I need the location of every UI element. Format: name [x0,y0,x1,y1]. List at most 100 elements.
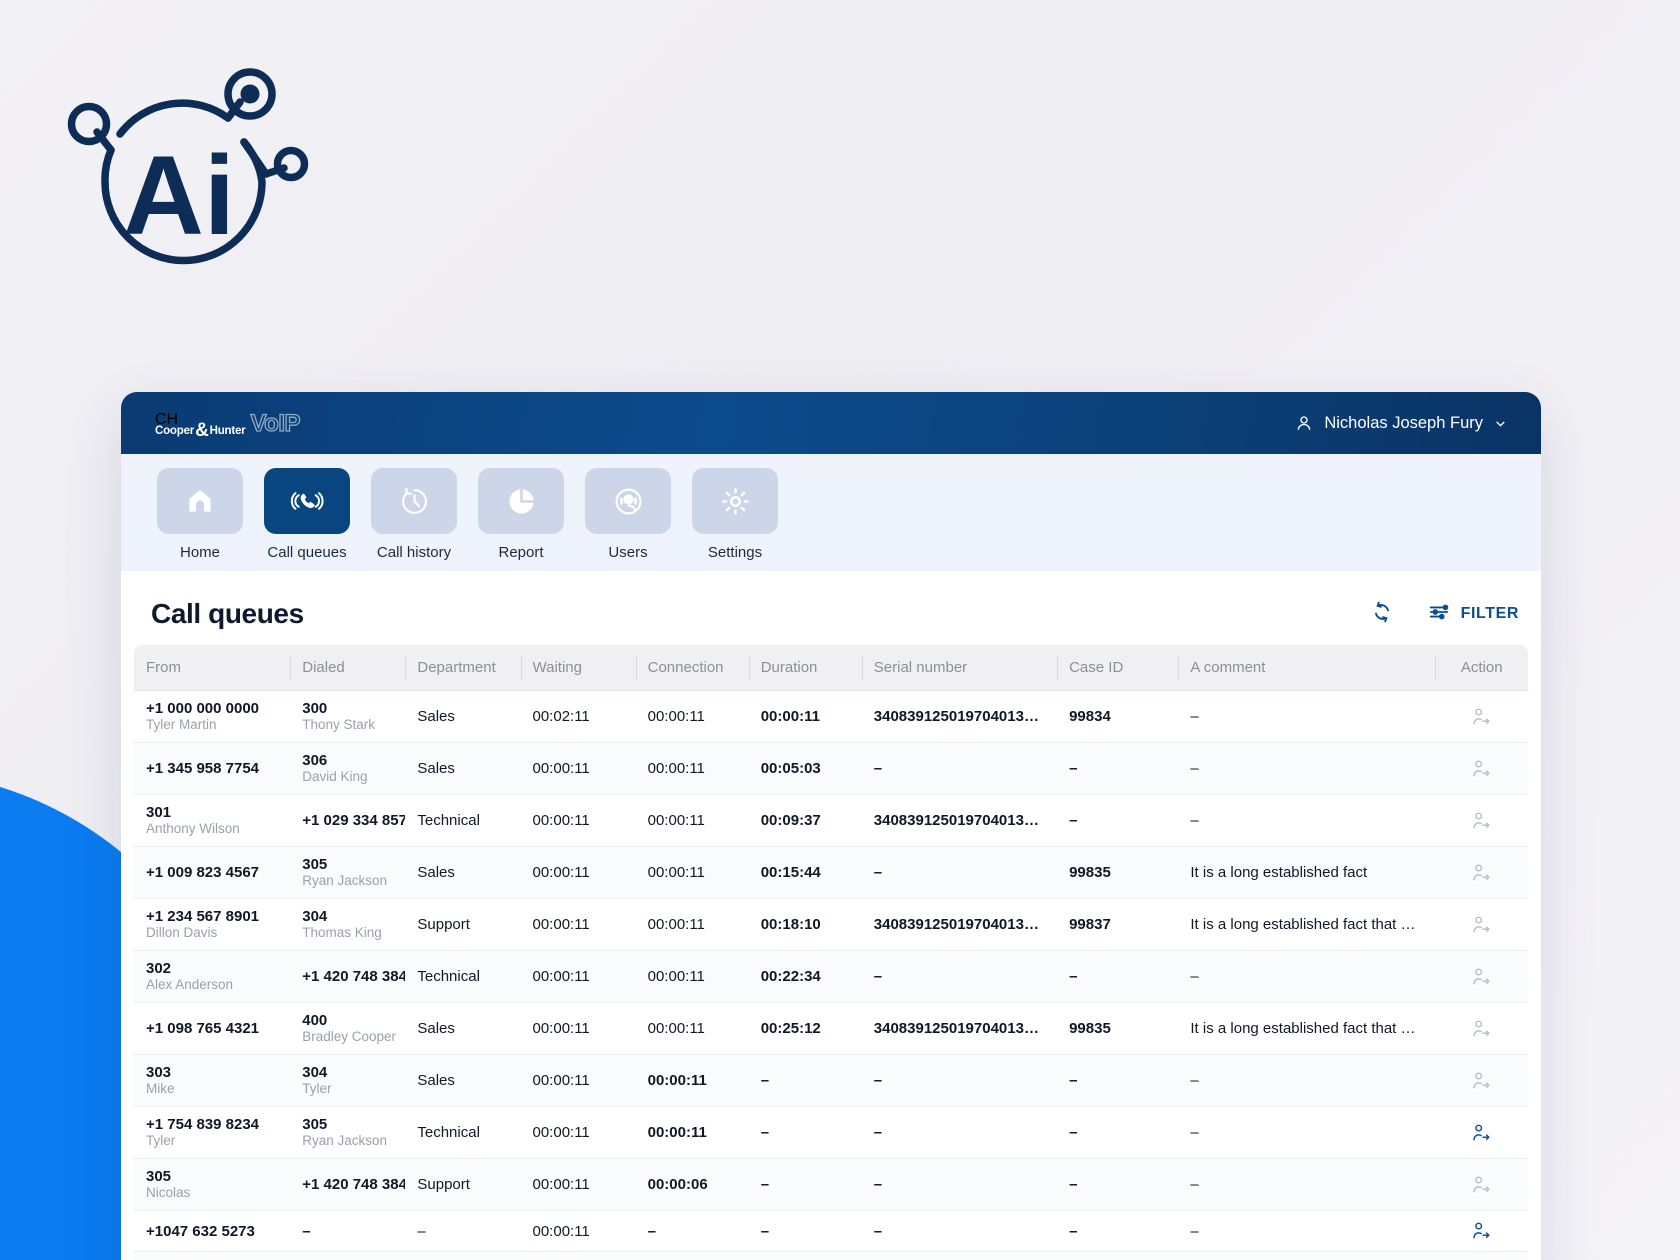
nav-tile-home[interactable] [157,468,243,534]
cell-case-id: – [1057,1106,1179,1159]
cell-department: Sales [405,690,521,743]
nav-tile-call-history[interactable] [371,468,457,534]
cell-department: – [405,1251,521,1260]
cell-connection: 00:00:11 [635,794,749,847]
cell-case-id: – [1057,1210,1179,1252]
cell-case-id: 99837 [1057,898,1179,951]
transfer-call-icon[interactable] [1471,967,1493,985]
cell-duration: 00:22:34 [748,950,862,1003]
cell-department: Technical [405,950,521,1003]
cell-waiting: 00:00:11 [520,1251,636,1260]
col-action: Action [1435,645,1528,691]
table-row[interactable]: +1 000 000 0000 Tyler Martin 300 Thony Sta… [134,690,1528,743]
table-row[interactable]: +1047 632 5273 – – 00:00:11 – – – – – [134,1210,1528,1252]
col-duration[interactable]: Duration [748,645,862,691]
transfer-call-icon[interactable] [1471,1019,1493,1037]
cell-action[interactable] [1435,794,1528,847]
transfer-call-icon[interactable] [1471,1222,1493,1239]
cell-case-id: 99834 [1057,690,1179,743]
cell-department: Sales [405,1002,521,1055]
cell-action[interactable] [1435,742,1528,795]
table-row[interactable]: 303 Mike 304 Tyler Sales 00:00:11 00:00:11… [134,1054,1528,1107]
cell-from: +1047 632 5273 [134,1210,291,1252]
chevron-down-icon[interactable] [1494,417,1507,430]
nav-tile-report[interactable] [478,468,564,534]
phone-ringing-icon [290,492,324,510]
nav-item-settings[interactable]: Settings [692,468,778,561]
table-row[interactable]: +1 754 839 8234 Tyler 305 Ryan Jackson Tec… [134,1106,1528,1159]
cell-connection: 00:00:11 [635,690,749,743]
cell-case-id: 99835 [1057,1002,1179,1055]
cell-action[interactable] [1435,950,1528,1003]
table-row[interactable]: +1 234 567 8901 Dillon Davis 304 Thomas Ki… [134,898,1528,951]
cell-comment: – [1178,1210,1436,1252]
transfer-call-icon[interactable] [1471,863,1493,881]
cell-from: 305 Nicolas [134,1158,291,1211]
transfer-call-icon[interactable] [1471,1071,1493,1089]
col-dialed[interactable]: Dialed [290,645,406,691]
nav-item-users[interactable]: Users [585,468,671,561]
transfer-call-icon[interactable] [1471,811,1493,829]
nav-label-home: Home [179,544,220,561]
cell-action[interactable] [1435,1251,1528,1260]
cell-action[interactable] [1435,1002,1528,1055]
table-row[interactable]: 305 Nicolas +1 420 748 3849 Support 00:00… [134,1158,1528,1211]
cell-action[interactable] [1435,898,1528,951]
transfer-call-icon[interactable] [1471,1175,1493,1193]
nav-item-report[interactable]: Report [478,468,564,561]
nav-item-home[interactable]: Home [157,468,243,561]
col-department[interactable]: Department [405,645,521,691]
transfer-call-icon[interactable] [1471,759,1493,777]
table-body: +1 000 000 0000 Tyler Martin 300 Thony Sta… [134,690,1528,1260]
cell-action[interactable] [1435,1210,1528,1252]
user-menu[interactable]: Nicholas Joseph Fury [1295,414,1507,433]
cell-case-id: – [1057,1054,1179,1107]
col-comment[interactable]: A comment [1178,645,1436,691]
cell-serial-number: – [861,1158,1058,1211]
cell-dialed: 306 David King [290,742,406,795]
cell-dialed: 305 Ryan Jackson [290,846,406,899]
nav-tile-users[interactable] [585,468,671,534]
main-nav: Home Call queues Call history Report Use… [121,454,1541,571]
cell-comment: – [1178,1054,1436,1107]
cell-action[interactable] [1435,1158,1528,1211]
table-row[interactable]: 301 Anthony Wilson +1 029 334 8574 Techni… [134,794,1528,847]
headset-icon [615,488,641,514]
nav-label-users: Users [608,544,648,561]
cell-duration: – [748,1054,862,1107]
refresh-icon[interactable] [1370,600,1394,629]
col-case-id[interactable]: Case ID [1057,645,1179,691]
brand-cooper-text: Cooper [155,424,195,437]
col-connection[interactable]: Connection [635,645,749,691]
nav-item-call-history[interactable]: Call history [371,468,457,561]
table-row[interactable]: +1 123 456 7890 – – 00:00:11 – – – – – [134,1251,1528,1260]
col-from[interactable]: From [134,645,291,691]
table-row[interactable]: 302 Alex Anderson +1 420 748 3849 Technic… [134,950,1528,1003]
table-row[interactable]: +1 098 765 4321 400 Bradley Cooper Sales … [134,1002,1528,1055]
cell-action[interactable] [1435,1106,1528,1159]
gear-icon [721,487,749,515]
cell-action[interactable] [1435,1054,1528,1107]
nav-tile-call-queues[interactable] [264,468,350,534]
table-row[interactable]: +1 345 958 7754 306 David King Sales 00:0… [134,742,1528,795]
cell-serial-number: 3408391250197040130001 [861,1002,1058,1055]
transfer-call-icon[interactable] [1471,707,1493,725]
brand-logo[interactable]: CH Cooper & Hunter VoIP [155,409,301,440]
cell-case-id: – [1057,1251,1179,1260]
transfer-call-icon[interactable] [1471,1123,1493,1141]
cell-serial-number: – [861,1054,1058,1107]
col-serial[interactable]: Serial number [861,645,1058,691]
transfer-call-icon[interactable] [1471,915,1493,933]
user-avatar-icon [1295,414,1313,432]
cell-waiting: 00:02:11 [520,690,636,743]
col-waiting[interactable]: Waiting [520,645,636,691]
cell-action[interactable] [1435,690,1528,743]
table-row[interactable]: +1 009 823 4567 305 Ryan Jackson Sales 00… [134,846,1528,899]
nav-item-call-queues[interactable]: Call queues [264,468,350,561]
cell-dialed: 304 Thomas King [290,898,406,951]
cell-action[interactable] [1435,846,1528,899]
cell-duration: 00:15:44 [748,846,862,899]
filter-button[interactable]: FILTER [1428,601,1519,628]
cell-from: 302 Alex Anderson [134,950,291,1003]
nav-tile-settings[interactable] [692,468,778,534]
